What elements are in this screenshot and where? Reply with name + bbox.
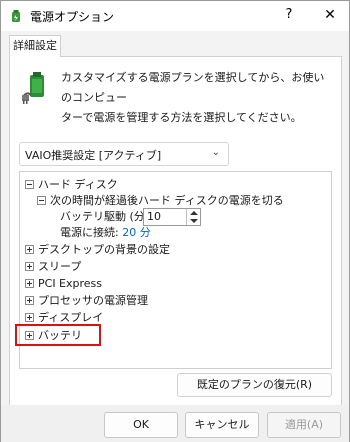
tree-item-label: ディスプレイ [38,311,104,324]
collapse-icon[interactable] [25,180,34,189]
title-bar: 電源オプション ? ✕ [1,1,349,31]
collapse-icon[interactable] [37,196,46,205]
help-button[interactable]: ? [271,1,307,31]
power-plan-value: VAIO推奨設定 [アクティブ] [25,149,162,162]
tree-item-desktop-background[interactable]: デスクトップの背景の設定 [25,241,170,258]
tree-item-pci-express[interactable]: PCI Express [25,275,102,292]
tree-item-turn-off-after[interactable]: 次の時間が経過後ハード ディスクの電源を切る [37,192,284,209]
ok-button[interactable]: OK [104,412,178,438]
intro-text: カスタマイズする電源プランを選択してから、お使いのコンピュー ターで電源を管理す… [61,68,331,128]
tree-item-label: PCI Express [38,277,103,290]
plugged-in-label: 電源に接続: [60,226,119,239]
plugged-in-value[interactable]: 20 分 [122,226,151,239]
battery-minutes-value[interactable]: 10 [147,210,161,223]
tree-item-label: 次の時間が経過後ハード ディスクの電源を切る [50,194,284,207]
power-plan-icon [22,72,44,104]
battery-highlight-box [15,324,101,346]
battery-label: バッテリ駆動 (分): [60,210,153,223]
tree-item-label: プロセッサの電源管理 [38,294,148,307]
battery-minutes-stepper[interactable]: 10 [143,208,201,226]
expand-icon[interactable] [25,296,34,305]
power-options-dialog: 電源オプション ? ✕ 詳細設定 カスタマイズする電源プランを選択してから、お使… [0,0,350,442]
plugged-in-setting[interactable]: 電源に接続: 20 分 [60,224,151,241]
apply-button[interactable]: 適用(A) [267,412,341,438]
power-options-icon [12,10,20,22]
arrow-up-icon[interactable] [190,211,198,215]
expand-icon[interactable] [25,313,34,322]
intro-line-1: カスタマイズする電源プランを選択してから、お使いのコンピュー [61,71,325,104]
stepper-arrows [186,209,200,225]
tree-item-label: ハード ディスク [38,178,118,191]
cancel-button[interactable]: キャンセル [185,412,259,438]
expand-icon[interactable] [25,245,34,254]
restore-default-plan-button[interactable]: 既定のプランの復元(R) [177,373,332,397]
expand-icon[interactable] [25,279,34,288]
tree-item-label: スリープ [38,260,82,273]
expand-icon[interactable] [25,262,34,271]
tree-item-sleep[interactable]: スリープ [25,258,81,275]
tree-item-label: デスクトップの背景の設定 [38,243,170,256]
tab-advanced-settings[interactable]: 詳細設定 [9,35,61,57]
power-plan-dropdown[interactable]: VAIO推奨設定 [アクティブ] ⌄ [19,142,229,166]
intro-line-2: ターで電源を管理する方法を選択してください。 [61,111,302,124]
window-title: 電源オプション [30,10,115,24]
close-button[interactable]: ✕ [311,1,349,31]
chevron-down-icon: ⌄ [211,147,220,158]
tree-item-processor-power[interactable]: プロセッサの電源管理 [25,292,148,309]
arrow-down-icon[interactable] [190,219,198,223]
tree-item-hard-disk[interactable]: ハード ディスク [25,176,118,193]
